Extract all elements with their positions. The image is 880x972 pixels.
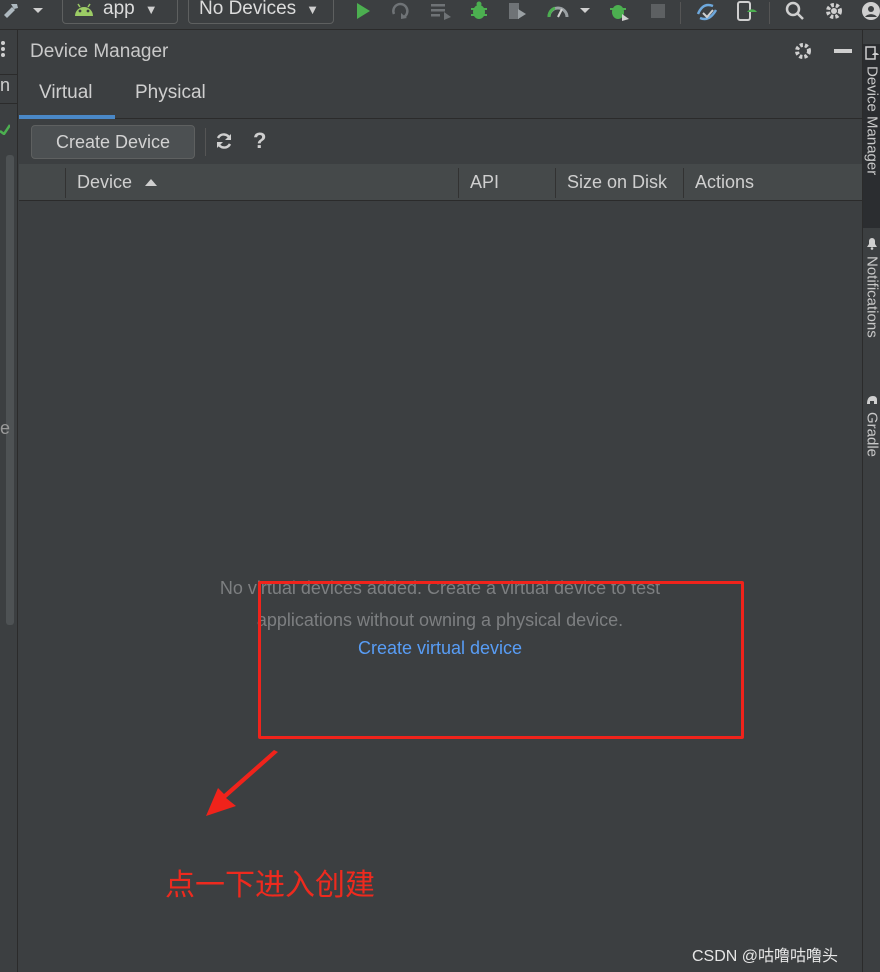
device-type-tabs: Virtual Physical xyxy=(19,71,862,119)
panel-title: Device Manager xyxy=(30,41,169,62)
left-panel-label-fragment: n xyxy=(0,74,18,104)
sidebar-tab-label: Notifications xyxy=(863,256,880,338)
sidebar-tab-label: Gradle xyxy=(863,412,880,458)
device-manager-toolbar-icon[interactable] xyxy=(734,0,758,22)
toolbar-separator xyxy=(205,128,206,156)
toolbar-separator xyxy=(769,2,770,24)
active-tab-indicator xyxy=(19,115,115,119)
column-header-api[interactable]: API xyxy=(470,164,499,201)
device-selector-label: No Devices xyxy=(199,0,297,19)
chevron-down-icon: ▼ xyxy=(306,1,320,17)
run-icon[interactable] xyxy=(352,0,374,22)
settings-gear-icon[interactable] xyxy=(822,0,846,22)
apply-code-changes-icon[interactable] xyxy=(429,0,453,22)
column-separator xyxy=(458,168,459,198)
device-table-header: Device API Size on Disk Actions xyxy=(19,164,862,201)
profiler-dropdown-arrow-icon[interactable] xyxy=(578,0,592,22)
toolbar-separator xyxy=(680,2,681,24)
sidebar-tab-label: Device Manager xyxy=(863,66,880,176)
sidebar-tab-device-manager[interactable]: Device Manager xyxy=(863,44,880,228)
column-header-size-on-disk[interactable]: Size on Disk xyxy=(567,164,667,201)
sync-gradle-icon[interactable] xyxy=(694,0,720,22)
bell-icon xyxy=(867,238,877,250)
sidebar-tab-notifications[interactable]: Notifications xyxy=(863,236,880,386)
column-header-actions[interactable]: Actions xyxy=(695,164,754,201)
build-hammer-icon[interactable] xyxy=(0,0,22,22)
search-icon[interactable] xyxy=(783,0,807,22)
stop-icon[interactable] xyxy=(648,0,668,22)
coverage-icon[interactable] xyxy=(505,0,529,22)
menu-dots-icon[interactable] xyxy=(0,40,6,58)
column-separator xyxy=(65,168,66,198)
chevron-down-icon: ▼ xyxy=(144,1,158,17)
device-manager-icon xyxy=(865,46,879,60)
create-device-button[interactable]: Create Device xyxy=(31,125,195,159)
column-header-device[interactable]: Device xyxy=(77,164,158,201)
annotation-highlight-box xyxy=(258,581,744,739)
device-selector[interactable]: No Devices ▼ xyxy=(188,0,334,24)
annotation-text: 点一下进入创建 xyxy=(165,868,375,903)
help-icon[interactable]: ? xyxy=(253,128,266,154)
module-selector-label: app xyxy=(103,0,135,19)
profiler-icon[interactable] xyxy=(545,0,571,22)
debug-bug-icon[interactable] xyxy=(467,0,491,22)
checkmark-icon xyxy=(0,122,12,136)
panel-settings-gear-icon[interactable] xyxy=(793,41,815,63)
right-tool-sidebar: Device Manager Notifications Gradle xyxy=(862,30,880,972)
main-toolbar: app ▼ No Devices ▼ xyxy=(0,0,880,30)
build-dropdown-arrow-icon[interactable] xyxy=(30,0,46,22)
minimize-icon[interactable] xyxy=(834,49,852,53)
left-tool-gutter: n e xyxy=(0,30,18,972)
watermark: CSDN @咕噜咕噜头 xyxy=(692,948,839,965)
column-header-label: Device xyxy=(77,172,133,192)
tab-virtual[interactable]: Virtual xyxy=(39,82,93,104)
module-selector[interactable]: app ▼ xyxy=(62,0,178,24)
refresh-icon[interactable] xyxy=(214,131,236,153)
attach-debugger-icon[interactable] xyxy=(607,0,631,22)
device-manager-header: Device Manager xyxy=(19,31,862,71)
account-avatar-icon[interactable] xyxy=(860,0,880,22)
sort-ascending-icon xyxy=(145,179,158,186)
annotation-arrow-icon xyxy=(206,750,278,816)
gradle-icon xyxy=(867,396,877,404)
column-separator xyxy=(555,168,556,198)
left-panel-label-fragment: e xyxy=(0,418,11,438)
apply-changes-icon[interactable] xyxy=(389,0,411,22)
sidebar-tab-gradle[interactable]: Gradle xyxy=(863,392,880,502)
android-icon xyxy=(75,3,93,16)
scrollbar-thumb[interactable] xyxy=(6,155,14,625)
column-separator xyxy=(683,168,684,198)
tab-physical[interactable]: Physical xyxy=(135,82,206,104)
device-actions-bar: Create Device ? xyxy=(19,120,862,164)
